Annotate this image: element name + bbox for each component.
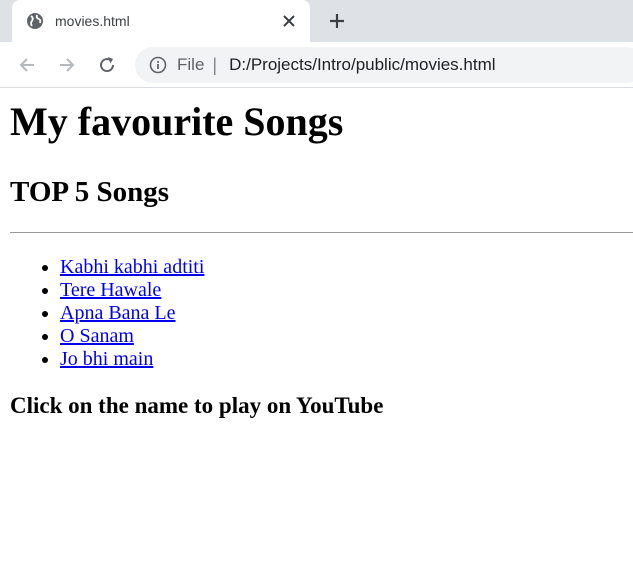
list-item: Apna Bana Le [60, 302, 633, 325]
list-item: O Sanam [60, 325, 633, 348]
page-title: My favourite Songs [10, 99, 344, 144]
song-link-jo-bhi-main[interactable]: Jo bhi main [60, 348, 153, 370]
instruction-text: Click on the name to play on YouTube [10, 393, 384, 418]
close-tab-icon[interactable] [280, 12, 298, 30]
url-text[interactable]: D:/Projects/Intro/public/movies.html [229, 55, 495, 75]
browser-toolbar: File | D:/Projects/Intro/public/movies.h… [0, 42, 633, 88]
song-list: Kabhi kabhi adtiti Tere Hawale Apna Bana… [10, 256, 633, 371]
song-link-kabhi-kabhi-adtiti[interactable]: Kabhi kabhi adtiti [60, 256, 204, 278]
tab-strip: movies.html [0, 0, 633, 42]
reload-icon[interactable] [97, 55, 117, 75]
section-heading: TOP 5 Songs [10, 176, 170, 208]
back-arrow-icon[interactable] [17, 55, 37, 75]
scheme-separator: | [212, 54, 218, 75]
forward-arrow-icon[interactable] [57, 55, 77, 75]
page-content: My favourite Songs TOP 5 Songs Kabhi kab… [0, 99, 633, 419]
list-item: Kabhi kabhi adtiti [60, 256, 633, 279]
song-link-tere-hawale[interactable]: Tere Hawale [60, 279, 161, 301]
tab-title: movies.html [55, 13, 130, 29]
globe-icon [26, 12, 44, 30]
address-bar[interactable]: File | D:/Projects/Intro/public/movies.h… [135, 47, 633, 83]
scheme-label: File [177, 55, 205, 74]
new-tab-icon[interactable] [327, 11, 347, 31]
info-icon[interactable] [149, 56, 167, 74]
browser-tab[interactable]: movies.html [12, 0, 310, 42]
list-item: Tere Hawale [60, 279, 633, 302]
song-link-o-sanam[interactable]: O Sanam [60, 325, 134, 347]
list-item: Jo bhi main [60, 348, 633, 371]
song-link-apna-bana-le[interactable]: Apna Bana Le [60, 302, 176, 324]
divider [10, 232, 633, 233]
